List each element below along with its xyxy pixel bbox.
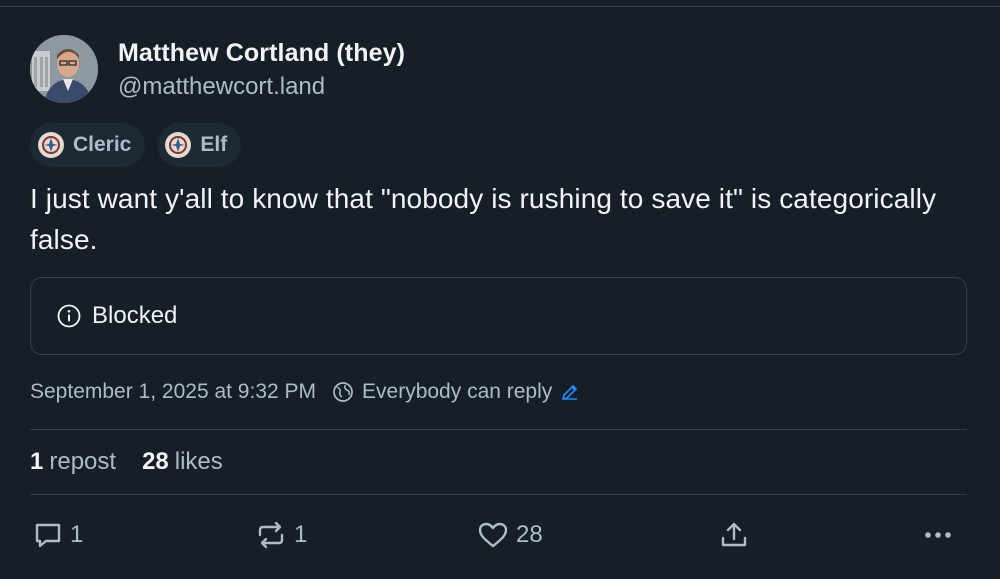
author-handle[interactable]: @matthewcort.land (118, 71, 405, 103)
post-actions: 1 1 28 (30, 519, 967, 557)
post-meta: September 1, 2025 at 9:32 PM Everybody c… (30, 380, 580, 404)
repost-button[interactable]: 1 (254, 519, 307, 551)
author-header: Matthew Cortland (they) @matthewcort.lan… (30, 35, 405, 103)
reply-settings[interactable]: Everybody can reply (332, 380, 580, 404)
divider (30, 429, 967, 430)
reposts-stat[interactable]: 1 repost (30, 448, 116, 476)
content-labels: Cleric Elf (30, 123, 242, 167)
label-text: Elf (200, 133, 228, 156)
label-chip-cleric[interactable]: Cleric (30, 123, 146, 167)
divider (30, 494, 967, 495)
more-options-button[interactable] (920, 519, 956, 551)
likes-label: likes (174, 448, 223, 475)
globe-icon (332, 381, 354, 403)
avatar[interactable] (30, 35, 98, 103)
pencil-icon[interactable] (560, 382, 580, 402)
blocked-embed: Blocked (30, 277, 967, 355)
share-icon (718, 519, 750, 551)
info-icon (56, 303, 82, 329)
share-button[interactable] (718, 519, 750, 551)
post-text: I just want y'all to know that "nobody i… (30, 183, 937, 255)
likes-stat[interactable]: 28 likes (142, 448, 223, 476)
likes-count: 28 (142, 448, 169, 475)
heart-icon (476, 519, 510, 551)
more-icon (920, 519, 956, 551)
reposts-label: repost (49, 448, 117, 475)
labeler-badge-icon (165, 132, 192, 158)
reply-count: 1 (70, 521, 84, 548)
blocked-embed-text: Blocked (92, 302, 178, 329)
like-button[interactable]: 28 (476, 519, 543, 551)
label-chip-elf[interactable]: Elf (157, 123, 242, 167)
post-thread-item: Matthew Cortland (they) @matthewcort.lan… (30, 0, 967, 579)
reply-button[interactable]: 1 (32, 519, 83, 551)
engagement-stats: 1 repost 28 likes (30, 448, 223, 476)
label-text: Cleric (73, 133, 132, 156)
repost-icon (254, 519, 288, 551)
author-display-name[interactable]: Matthew Cortland (they) (118, 37, 405, 69)
repost-count: 1 (294, 521, 308, 548)
reposts-count: 1 (30, 448, 44, 475)
reply-icon (32, 519, 64, 551)
labeler-badge-icon (38, 132, 64, 158)
reply-settings-text: Everybody can reply (362, 380, 553, 403)
post-timestamp: September 1, 2025 at 9:32 PM (30, 380, 317, 403)
like-count: 28 (516, 521, 543, 548)
